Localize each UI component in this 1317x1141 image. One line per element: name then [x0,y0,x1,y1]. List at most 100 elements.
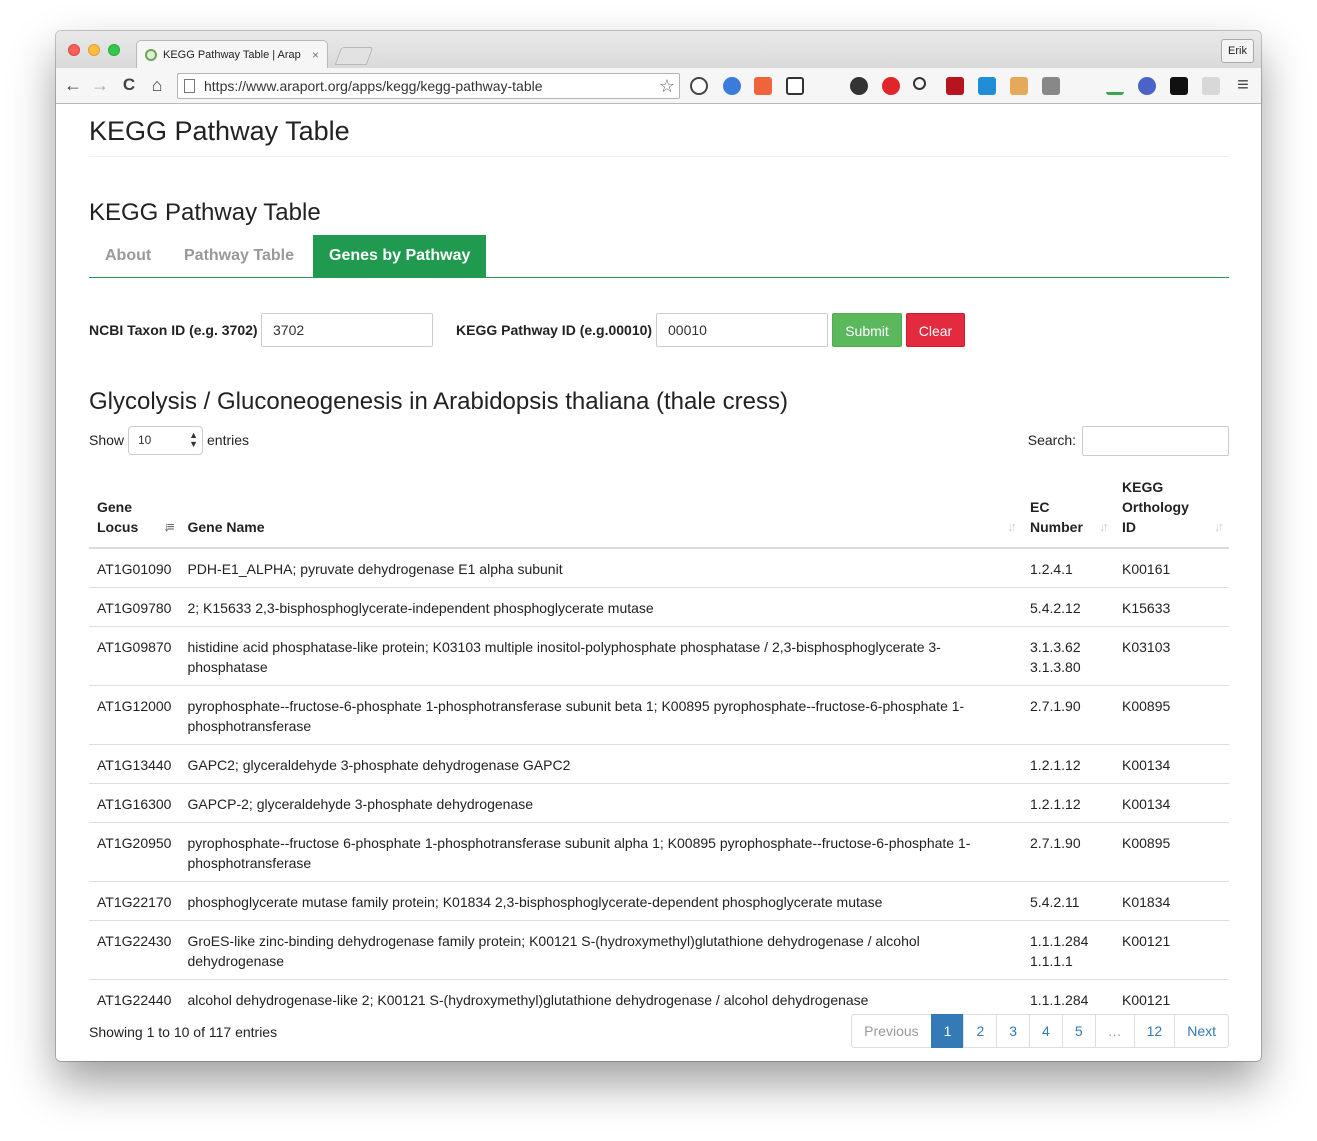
back-icon[interactable]: ← [62,74,84,96]
results-title: Glycolysis / Gluconeogenesis in Arabidop… [89,388,789,415]
ec-number-value: 2.7.1.90 [1030,698,1081,714]
ec-number-value: 3.1.3.80 [1030,659,1081,675]
table-body: AT1G01090 PDH-E1_ALPHA; pyruvate dehydrog… [89,548,1229,1038]
tab-pathway-table[interactable]: Pathway Table [168,235,310,277]
page-viewport: KEGG Pathway Table KEGG Pathway Table Ab… [56,104,1261,1061]
gene-name-cell: phosphoglycerate mutase family protein; … [179,881,1023,921]
gene-locus-cell: AT1G20950 [89,822,180,882]
select-arrows-icon: ▲ ▼ [189,430,198,449]
ec-number-cell: 1.2.4.1 [1022,548,1114,588]
ec-number-cell: 1.1.1.284 1.1.1.1 [1022,920,1114,980]
gene-locus-cell: AT1G13440 [89,744,180,784]
star-extension-icon[interactable] [1106,77,1124,95]
taxon-id-label: NCBI Taxon ID (e.g. 3702) [89,322,258,338]
window-extension-icon[interactable] [1202,77,1220,95]
page-3-button[interactable]: 3 [996,1014,1031,1048]
gene-locus-cell: AT1G09870 [89,626,180,686]
column-header-gene-locus[interactable]: Gene Locus ↓≡ [89,469,180,549]
browser-window: KEGG Pathway Table | Arap × Erik ← → C ⌂… [56,31,1261,1061]
clear-button[interactable]: Clear [906,313,965,347]
page-4-button[interactable]: 4 [1029,1014,1063,1048]
taxon-id-input[interactable] [261,313,433,347]
column-header-ec-number[interactable]: EC Number ↓↑ [1022,469,1114,549]
ec-number-value: 1.2.1.12 [1030,757,1081,773]
netflix-extension-icon[interactable] [1170,77,1188,95]
browser-tab[interactable]: KEGG Pathway Table | Arap × [136,40,328,69]
new-tab-button[interactable] [334,47,374,65]
ec-number-value: 5.4.2.11 [1030,894,1080,910]
address-bar-url: https://www.araport.org/apps/kegg/kegg-p… [204,78,543,94]
ec-number-cell: 2.7.1.90 [1022,822,1114,882]
app-title: KEGG Pathway Table [89,116,350,146]
gene-name-cell: 2; K15633 2,3-bisphosphoglycerate-indepe… [179,587,1023,627]
page-1-button[interactable]: 1 [930,1014,965,1048]
chrome-extension-icon[interactable] [723,77,741,95]
gene-name-cell: GAPCP-2; glyceraldehyde 3-phosphate dehy… [179,783,1023,823]
gene-name-cell: pyrophosphate--fructose-6-phosphate 1-ph… [179,685,1023,745]
reload-icon[interactable]: C [118,74,140,96]
page-length-select[interactable]: 10 ▲ ▼ [128,426,203,455]
table-row: AT1G12000 pyrophosphate--fructose-6-phosp… [89,685,1229,745]
next-page-button[interactable]: Next [1174,1014,1229,1048]
windows-extension-icon[interactable] [978,77,996,95]
ec-number-value: 1.2.4.1 [1030,561,1073,577]
s-extension-icon[interactable] [786,77,804,95]
globe-extension-icon[interactable] [1138,77,1156,95]
tab-about[interactable]: About [89,235,167,277]
bookmark-star-icon[interactable]: ☆ [659,74,675,98]
ec-number-cell: 1.2.1.12 [1022,744,1114,784]
sort-both-icon: ↓↑ [1007,519,1017,534]
gene-name-cell: pyrophosphate--fructose 6-phosphate 1-ph… [179,822,1023,882]
grey-extension-icon[interactable] [1042,77,1060,95]
home-icon[interactable]: ⌂ [146,74,168,96]
profile-button[interactable]: Erik [1221,39,1254,63]
query-form: NCBI Taxon ID (e.g. 3702) KEGG Pathway I… [89,313,1229,349]
browser-tab-title: KEGG Pathway Table | Arap [163,49,301,61]
gene-locus-cell: AT1G01090 [97,561,172,577]
gene-locus-cell: AT1G09780 [89,587,180,627]
sort-ascending-icon: ↓≡ [163,519,174,534]
gene-name-cell: GAPC2; glyceraldehyde 3-phosphate dehydr… [179,744,1023,784]
kegg-orthology-cell: K00134 [1114,783,1229,823]
gear-extension-icon[interactable] [850,77,868,95]
page-2-button[interactable]: 2 [963,1014,998,1048]
kegg-orthology-cell: K00161 [1122,561,1171,577]
table-row: AT1G09870 histidine acid phosphatase-like… [89,626,1229,686]
gene-locus-cell: AT1G16300 [89,783,180,823]
search-label: Search: [1027,432,1076,448]
close-window-icon[interactable] [68,44,80,56]
ec-number-value: 1.1.1.284 [1030,992,1089,1008]
page-12-button[interactable]: 12 [1133,1014,1176,1048]
column-header-gene-name[interactable]: Gene Name ↓↑ [179,469,1023,549]
info-extension-icon[interactable] [690,77,708,95]
tab-close-icon[interactable]: × [312,41,319,69]
ec-number-cell: 1.2.1.12 [1022,783,1114,823]
tab-strip: KEGG Pathway Table | Arap × Erik [56,31,1261,69]
face-extension-icon[interactable] [1010,77,1028,95]
address-bar[interactable]: https://www.araport.org/apps/kegg/kegg-p… [177,73,680,99]
kegg-orthology-cell: K00134 [1114,744,1229,784]
page-5-button[interactable]: 5 [1061,1014,1096,1048]
zoom-window-icon[interactable] [108,44,120,56]
gene-locus-cell: AT1G12000 [89,685,180,745]
previous-page-button[interactable]: Previous [851,1014,932,1048]
entries-label: entries [207,432,250,448]
pin-extension-icon[interactable] [818,77,836,95]
menu-icon[interactable]: ≡ [1232,74,1254,96]
search-input[interactable] [1082,426,1229,456]
column-header-kegg-orthology-id[interactable]: KEGG Orthology ID ↓↑ [1114,469,1229,549]
minimize-window-icon[interactable] [88,44,100,56]
table-row: AT1G20950 pyrophosphate--fructose 6-phosp… [89,822,1229,882]
acrobat-extension-icon[interactable] [882,77,900,95]
forward-icon[interactable]: → [89,74,111,96]
submit-button[interactable]: Submit [832,313,902,347]
tab-genes-by-pathway[interactable]: Genes by Pathway [313,235,487,277]
table-row: AT1G22430 GroES-like zinc-binding dehydro… [89,920,1229,980]
search-extension-icon[interactable] [913,77,926,90]
scissors-extension-icon[interactable] [1074,77,1092,95]
gene-name-cell: GroES-like zinc-binding dehydrogenase fa… [179,920,1023,980]
plus-extension-icon[interactable] [754,77,772,95]
ec-number-value: 1.1.1.284 [1030,933,1089,949]
pathway-id-input[interactable] [656,313,828,347]
ublock-extension-icon[interactable] [946,77,964,95]
